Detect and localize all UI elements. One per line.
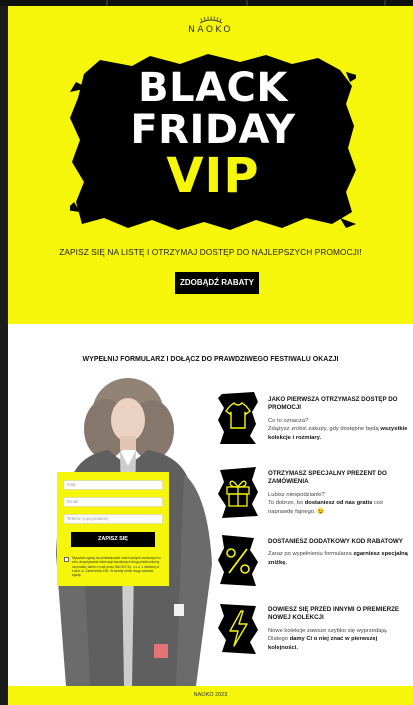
benefit-title: DOSTANIESZ DODATKOWY KOD RABATOWY <box>268 538 403 545</box>
benefit-discount-code: DOSTANIESZ DODATKOWY KOD RABATOWY Zaraz … <box>216 532 408 596</box>
name-input[interactable]: Imię <box>63 480 163 490</box>
benefit-gift: OTRZYMASZ SPECJALNY PREZENT DO ZAMÓWIENI… <box>216 464 406 528</box>
benefit-text: JAKO PIERWSZA OTRZYMASZ DOSTĘP DO PROMOC… <box>268 396 408 442</box>
tshirt-icon <box>218 392 258 444</box>
hero-subheading: ZAPISZ SIĘ NA LISTĘ I OTRZYMAJ DOSTĘP DO… <box>59 247 362 257</box>
gift-icon <box>218 467 258 518</box>
benefit-text: DOSTANIESZ DODATKOWY KOD RABATOWY Zaraz … <box>268 538 408 567</box>
title-line-black: BLACK <box>138 65 288 111</box>
signup-section-title: WYPEŁNIJ FORMULARZ I DOŁĄCZ DO PRAWDZIWE… <box>82 356 339 363</box>
percent-icon <box>218 535 258 586</box>
benefit-body: To dobrze, bo <box>268 500 305 507</box>
hero-section: NAOKO BLACK FRIDAY VIP ZAPISZ SIĘ NA LIS… <box>8 6 413 324</box>
title-line-friday: FRIDAY <box>130 107 296 153</box>
consent-text: Wyrażam zgodę na przetwarzanie moich dan… <box>72 556 161 578</box>
get-discounts-button[interactable]: ZDOBĄDŹ RABATY <box>175 272 259 294</box>
benefit-new-collection: DOWIESZ SIĘ PRZED INNYMI O PREMIERZE NOW… <box>216 600 406 664</box>
benefit-title: DOWIESZ SIĘ PRZED INNYMI O PREMIERZE NOW… <box>268 606 399 622</box>
benefit-description: Lubisz niespodzianki? To dobrze, bo dost… <box>268 491 408 516</box>
eyelash-logo-icon <box>199 16 222 24</box>
benefit-question: Lubisz niespodzianki? <box>268 491 325 498</box>
email-input[interactable]: Email <box>63 497 163 507</box>
title-line-vip: VIP <box>166 148 260 204</box>
benefit-body: Zaraz po wypełnieniu formularza <box>268 551 354 558</box>
logo-wordmark: NAOKO <box>188 25 233 35</box>
benefit-title: JAKO PIERWSZA OTRZYMASZ DOSTĘP DO PROMOC… <box>268 396 398 412</box>
consent-checkbox[interactable] <box>64 557 69 562</box>
benefit-early-access: JAKO PIERWSZA OTRZYMASZ DOSTĘP DO PROMOC… <box>216 390 408 454</box>
benefit-description: Nowe kolekcje zawsze szybko się wyprzeda… <box>268 627 408 652</box>
benefit-question: Co to oznacza? <box>268 417 309 424</box>
brand-logo[interactable]: NAOKO <box>8 16 413 35</box>
newsletter-page: NAOKO BLACK FRIDAY VIP ZAPISZ SIĘ NA LIS… <box>8 6 413 705</box>
signup-submit-button[interactable]: ZAPISZ SIĘ <box>71 532 155 547</box>
signup-section: WYPEŁNIJ FORMULARZ I DOŁĄCZ DO PRAWDZIWE… <box>8 324 413 686</box>
benefit-body: Zdążysz zrobić zakupy, gdy dostępne będą <box>268 426 381 433</box>
page-footer: NAOKO 2023 <box>8 686 413 705</box>
benefit-text: OTRZYMASZ SPECJALNY PREZENT DO ZAMÓWIENI… <box>268 470 408 516</box>
black-friday-title: BLACK FRIDAY VIP <box>70 68 356 200</box>
benefit-description: Co to oznacza? Zdążysz zrobić zakupy, gd… <box>268 417 408 442</box>
phone-input[interactable]: Telefon (opcjonalnie) <box>63 514 163 524</box>
benefit-description: Zaraz po wypełnieniu formularza zgarnies… <box>268 550 408 567</box>
benefit-text: DOWIESZ SIĘ PRZED INNYMI O PREMIERZE NOW… <box>268 606 408 652</box>
signup-form: Imię Email Telefon (opcjonalnie) ZAPISZ … <box>57 472 169 586</box>
benefit-title: OTRZYMASZ SPECJALNY PREZENT DO ZAMÓWIENI… <box>268 470 387 486</box>
lightning-icon <box>218 604 258 654</box>
benefit-highlight: dostaniesz od nas gratis <box>304 500 373 507</box>
